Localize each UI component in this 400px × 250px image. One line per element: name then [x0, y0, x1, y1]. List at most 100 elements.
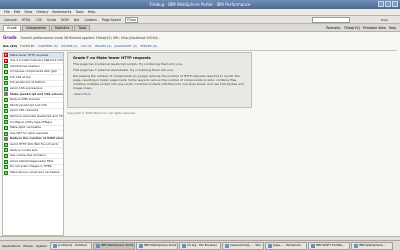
rule-label: Use GET for AJAX requests	[10, 131, 49, 135]
tab-tools[interactable]: Tools	[74, 24, 91, 31]
tab-grade[interactable]: Grade	[3, 24, 21, 31]
tab-components[interactable]: Components	[21, 24, 50, 31]
yslow-help-link[interactable]: Help	[389, 25, 396, 31]
tab-net[interactable]: Net	[73, 18, 81, 22]
rulesets-label: Rulesets:	[326, 26, 341, 30]
window-buttons	[378, 1, 398, 7]
filter-javascript[interactable]: JAVASCRIPT (4)	[115, 44, 137, 48]
window-icon	[268, 243, 273, 248]
taskbar-button-label: [was... - Wireshark	[273, 243, 301, 247]
grade-badge: F	[4, 58, 8, 63]
taskbar-button[interactable]: IBM WebSphere Porta...	[136, 241, 179, 250]
taskbar-button-label: [wasadmin@... - Win...	[230, 243, 264, 247]
window-title: Firebug - IBM WebSphere Portal - IBM Per…	[149, 2, 251, 7]
taskbar-button[interactable]: ldr.log - file Browser	[179, 241, 222, 250]
rule-item[interactable]: A Make favicon small and cacheable	[3, 170, 63, 177]
read-more-link[interactable]: »Read More	[73, 92, 246, 96]
window-icon	[139, 243, 144, 248]
filter-css[interactable]: CSS (6)	[81, 44, 92, 48]
rule-label: Compress components with gzip	[10, 69, 58, 74]
rule-label: Avoid HTTP 404 (Not Found) error	[10, 142, 59, 147]
close-button[interactable]	[392, 1, 398, 7]
taskbar-button-label: ldr.log - file Browser	[187, 243, 217, 247]
rules-list: F Make fewer HTTP requests F Use a Content …	[2, 52, 64, 236]
grade-badge	[4, 137, 8, 142]
filter-label: FILTER BY:	[20, 44, 36, 48]
maximize-button[interactable]	[385, 1, 391, 7]
filter-all[interactable]: ALL (23)	[3, 44, 17, 48]
window-titlebar[interactable]: Firebug - IBM WebSphere Portal - IBM Per…	[0, 0, 400, 9]
menu-view[interactable]: View	[24, 9, 32, 15]
tab-yslow[interactable]: YSlow	[124, 16, 139, 23]
grade-badge: A	[4, 159, 8, 164]
rule-label: Make AJAX cacheable	[10, 125, 41, 130]
filter-cookie[interactable]: COOKIE (2)	[61, 44, 78, 48]
tab-cookies[interactable]: Cookies	[83, 18, 97, 22]
browser-window: Firebug - IBM WebSphere Portal - IBM Per…	[0, 0, 400, 250]
grade-badge: A	[4, 64, 8, 69]
tab-script[interactable]: Script	[46, 18, 57, 22]
tab-page-speed[interactable]: Page Speed	[101, 18, 122, 22]
grade-header: Grade Overall performance score 58 Rules…	[3, 34, 397, 41]
window-icon	[96, 243, 101, 248]
taskbar-button[interactable]: IBM WSPT Profiler...	[308, 241, 351, 250]
rule-label: Make fewer HTTP requests	[10, 53, 49, 57]
grade-badge: A	[4, 70, 8, 75]
grade-badge: A	[4, 148, 8, 153]
yslow-tabbar: Grade Components Statistics Tools Rulese…	[0, 24, 400, 32]
rule-label: Put CSS at top	[10, 75, 31, 79]
grade-badge: F	[4, 53, 8, 58]
taskbar: Applications Places System [untitled] - …	[0, 240, 400, 250]
yslow-right-controls: Rulesets: YSlow(V2) Printable View Help	[326, 25, 396, 31]
yslow-panel: Grade Overall performance score 58 Rules…	[0, 32, 400, 236]
menu-system[interactable]: System	[36, 244, 47, 248]
taskbar-button-label: IBM WebSphere Porta...	[101, 243, 136, 247]
printable-view-link[interactable]: Printable View	[363, 25, 386, 31]
rule-label: Reduce the number of DOM elements	[10, 136, 63, 141]
window-icon	[311, 243, 316, 248]
tab-console[interactable]: Console	[3, 18, 18, 22]
tab-html[interactable]: HTML	[21, 18, 32, 22]
firebug-search-input[interactable]	[312, 17, 350, 23]
grade-summary: Overall performance score 58 Ruleset app…	[20, 35, 161, 40]
rule-detail-panel: Grade F on Make fewer HTTP requests This…	[67, 52, 252, 108]
menu-bookmarks[interactable]: Bookmarks	[52, 9, 71, 15]
filter-images[interactable]: IMAGES (2)	[95, 44, 112, 48]
ruleset-select[interactable]: YSlow(V2)	[344, 25, 360, 31]
filter-server[interactable]: SERVER (6)	[140, 44, 157, 48]
taskbar-button[interactable]: [wasadmin@... - Win...	[222, 241, 265, 250]
menu-help[interactable]: Help	[88, 9, 96, 15]
taskbar-button[interactable]: IBM WebSphere...	[351, 241, 394, 250]
tab-css[interactable]: CSS	[35, 18, 43, 22]
task-list: [untitled] - Untitled IBM WebSphere Porta…	[50, 241, 394, 250]
taskbar-button[interactable]: [was... - Wireshark	[265, 241, 308, 250]
grade-badge: A	[4, 131, 8, 136]
menu-places[interactable]: Places	[23, 244, 33, 248]
menu-file[interactable]: File	[4, 9, 10, 15]
taskbar-button[interactable]: [untitled] - Untitled	[50, 241, 93, 250]
detail-paragraph-2: This page has 7 external stylesheets. Tr…	[73, 68, 174, 72]
system-menus: Applications Places System	[2, 244, 47, 248]
rule-label: Reduce DNS lookups	[10, 97, 40, 102]
taskbar-button-label: [untitled] - Untitled	[58, 243, 87, 247]
rule-label: Make JavaScript and CSS external	[10, 92, 63, 96]
menu-history[interactable]: History	[36, 9, 48, 15]
grade-badge: A	[4, 120, 8, 125]
menu-tools[interactable]: Tools	[75, 9, 83, 15]
taskbar-button[interactable]: IBM WebSphere Porta...	[93, 241, 136, 250]
copyright: Copyright © 2009 Yahoo! Inc. All rights …	[67, 111, 136, 115]
filter-bar: ALL (23) FILTER BY: CONTENT (6) COOKIE (…	[3, 43, 397, 49]
rule-label: Configure entity tags (ETags)	[10, 120, 52, 124]
tab-dom[interactable]: DOM	[60, 18, 70, 22]
menu-edit[interactable]: Edit	[14, 9, 21, 15]
rule-label: Avoid CSS expressions	[10, 86, 43, 91]
menu-applications[interactable]: Applications	[2, 244, 20, 248]
window-icon	[182, 243, 187, 248]
firebug-help-link[interactable]: Help	[381, 18, 388, 22]
minimize-button[interactable]	[378, 1, 384, 7]
filter-content[interactable]: CONTENT (6)	[38, 44, 58, 48]
grade-badge: A	[4, 98, 8, 103]
detail-title: Grade F on Make fewer HTTP requests	[73, 56, 151, 60]
window-icon	[354, 243, 359, 248]
tab-statistics[interactable]: Statistics	[50, 24, 74, 31]
